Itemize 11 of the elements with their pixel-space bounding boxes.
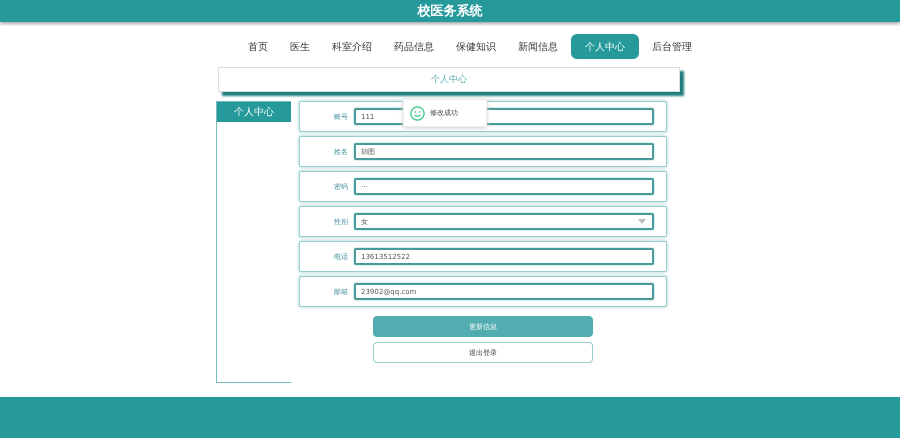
nav-item[interactable]: 药品信息 xyxy=(385,34,443,59)
smiley-icon xyxy=(410,106,425,120)
site-title: 校医务系统 xyxy=(418,2,482,20)
page-title: 个人中心 xyxy=(218,67,680,92)
nav-item[interactable]: 首页 xyxy=(239,34,277,59)
nav-item[interactable]: 科室介绍 xyxy=(323,34,381,59)
nav-item[interactable]: 医生 xyxy=(281,34,319,59)
nav-item[interactable]: 后台管理 xyxy=(643,34,701,59)
chevron-down-icon xyxy=(638,219,646,224)
nav-item[interactable]: 保健知识 xyxy=(447,34,505,59)
nav-item[interactable]: 新闻信息 xyxy=(509,34,567,59)
